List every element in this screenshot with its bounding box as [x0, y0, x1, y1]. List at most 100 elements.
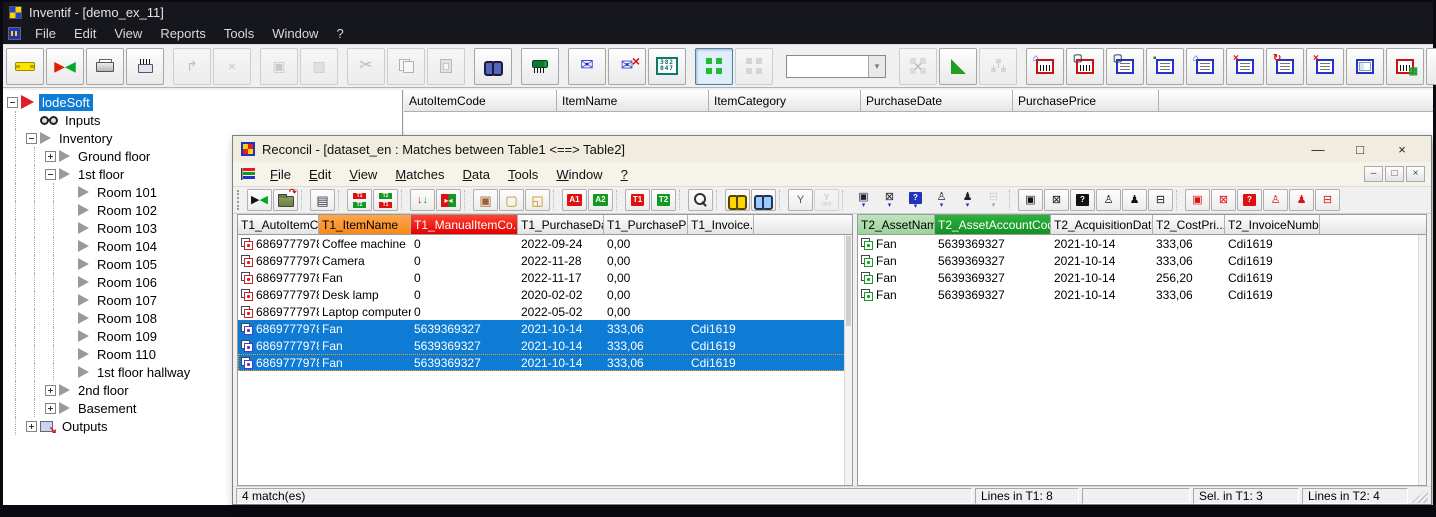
column-header-t2-acquisitiondate[interactable]: T2_AcquisitionDate	[1051, 215, 1153, 235]
mark-menu-box-button[interactable]: ▣ ▾	[851, 189, 876, 211]
table-row[interactable]: 68697779781...Fan 5639369327 2021-10-14 333…	[238, 354, 852, 371]
print-button[interactable]	[86, 47, 124, 85]
menu-item-tools[interactable]: Tools	[215, 24, 263, 43]
menu-item-data[interactable]: Data	[453, 165, 498, 184]
grid-settings-button[interactable]: ▤	[310, 189, 335, 211]
show-t2-button[interactable]: T2	[651, 189, 676, 211]
mark-stamp-filled-button[interactable]: ♟	[1122, 189, 1147, 211]
menu-item-tools[interactable]: Tools	[499, 165, 547, 184]
table-row[interactable]: 68697779781...Fan 5639369327 2021-10-14 333…	[238, 320, 852, 337]
labels-item-button[interactable]: ▢	[1066, 47, 1104, 85]
minimize-button[interactable]: —	[1297, 137, 1339, 162]
filter-button[interactable]: Y	[788, 189, 813, 211]
unmark-question-button[interactable]: ?	[1237, 189, 1262, 211]
tree-expander[interactable]	[45, 384, 56, 396]
list-groups-button[interactable]: ▦	[1426, 47, 1436, 85]
column-header-purchasedate[interactable]: PurchaseDate	[861, 90, 1013, 111]
cut-special-button[interactable]: ×	[213, 47, 251, 85]
column-header-t1-itemname[interactable]: T1_ItemName	[319, 215, 411, 235]
bars-icon[interactable]	[241, 168, 255, 180]
menu-item-window[interactable]: Window	[547, 165, 611, 184]
column-header-t2-invoicenumber[interactable]: T2_InvoiceNumber	[1225, 215, 1320, 235]
t1-vertical-scrollbar[interactable]	[844, 235, 852, 485]
preview-button[interactable]	[688, 189, 713, 211]
tree-expander[interactable]	[45, 168, 56, 180]
table-row[interactable]: 68697779781...Fan 5639369327 2021-10-14 333…	[238, 337, 852, 354]
paste-button[interactable]	[427, 47, 465, 85]
list-remove-button[interactable]: ×	[1226, 47, 1264, 85]
barcode-print-button[interactable]	[126, 47, 164, 85]
tree-expander[interactable]	[26, 420, 37, 432]
column-header-itemname[interactable]: ItemName	[557, 90, 709, 111]
goto-next-button[interactable]: ▢	[499, 189, 524, 211]
list-items-button[interactable]: ▪	[1146, 47, 1184, 85]
mark-stamp-button[interactable]: ♙	[1096, 189, 1121, 211]
hierarchy-button[interactable]	[979, 47, 1017, 85]
menu-item-view[interactable]: View	[340, 165, 386, 184]
table-row[interactable]: 68697779781...Camera 0 2022-11-28 0,00	[238, 252, 852, 269]
copy-t1-to-t2-button[interactable]	[347, 189, 372, 211]
sync-button[interactable]: ▶ ◀	[46, 47, 84, 85]
show-a2-button[interactable]: A2	[588, 189, 613, 211]
find-t1-button[interactable]	[725, 189, 750, 211]
mdi-restore-button[interactable]: □	[1385, 166, 1404, 182]
mark-menu-x-button[interactable]: ⊠ ▾	[877, 189, 902, 211]
column-header-purchaseprice[interactable]: PurchasePrice	[1013, 90, 1159, 111]
close-button[interactable]: ×	[1381, 137, 1423, 162]
mark-x-button[interactable]: ⊠	[1044, 189, 1069, 211]
goto-multi-button[interactable]: ◱	[525, 189, 550, 211]
t2-vertical-scrollbar[interactable]	[1418, 235, 1426, 485]
unmark-stamp-button[interactable]: ♙	[1263, 189, 1288, 211]
mdi-close-button[interactable]: ×	[1406, 166, 1425, 182]
barcode-scan-button[interactable]	[521, 47, 559, 85]
view-groups-button[interactable]	[695, 47, 733, 85]
open-button[interactable]	[273, 188, 298, 211]
list-locations-button[interactable]: ⌂	[1186, 47, 1224, 85]
labels-groups-button[interactable]: ▦	[1386, 47, 1424, 85]
numbering-button[interactable]	[648, 47, 686, 85]
goto-match-button[interactable]: ▣	[473, 189, 498, 211]
renumber-button[interactable]: ↓ ↓	[410, 189, 435, 211]
list-delete-button[interactable]: ×	[1306, 47, 1344, 85]
copy-button[interactable]	[387, 47, 425, 85]
table-row[interactable]: 68697779781...Fan 0 2022-11-17 0,00	[238, 269, 852, 286]
tree-expander[interactable]	[45, 402, 56, 414]
tree-expander[interactable]	[26, 132, 37, 144]
show-a1-button[interactable]: A1	[562, 189, 587, 211]
unmark-x-button[interactable]: ⊠	[1211, 189, 1236, 211]
tree-item-inputs[interactable]: Inputs	[3, 111, 402, 129]
menu-item-item[interactable]: ?	[327, 24, 352, 43]
paste-object-button[interactable]: ▣	[260, 47, 298, 85]
menu-item-reports[interactable]: Reports	[151, 24, 215, 43]
chevron-down-icon[interactable]: ▾	[868, 55, 885, 77]
menu-item-edit[interactable]: Edit	[65, 24, 105, 43]
menu-item-view[interactable]: View	[105, 24, 151, 43]
find-button[interactable]	[474, 47, 512, 85]
selection-combobox[interactable]: ▾	[786, 54, 886, 78]
column-header-autoitemcode[interactable]: AutoItemCode	[404, 90, 557, 111]
list-refresh-button[interactable]: ↻	[1266, 47, 1304, 85]
tree-expander[interactable]	[7, 96, 18, 108]
mark-menu-stamp-button[interactable]: ♙ ▾	[929, 189, 954, 211]
mark-half-button[interactable]: ⊟	[1148, 189, 1173, 211]
table-row[interactable]: 68697779781...Desk lamp 0 2020-02-02 0,00	[238, 286, 852, 303]
labels-location-button[interactable]: ⌂	[1026, 47, 1064, 85]
mdi-minimize-button[interactable]: –	[1364, 166, 1383, 182]
column-header-t2-assetaccountcode[interactable]: T2_AssetAccountCode	[935, 215, 1051, 235]
show-t1-button[interactable]: T1	[625, 189, 650, 211]
menu-item-edit[interactable]: Edit	[300, 165, 340, 184]
mark-box-button[interactable]: ▣	[1018, 189, 1043, 211]
mail-button[interactable]: ✉	[568, 47, 606, 85]
column-header-t1-manualitemco[interactable]: T1_ManualItemCo...	[411, 215, 518, 235]
connect-button[interactable]	[6, 47, 44, 85]
table-row[interactable]: 68697779781...Coffee machine 0 2022-09-24 0…	[238, 235, 852, 252]
document-icon[interactable]	[8, 26, 21, 40]
table-row[interactable]: Fan 5639369327 2021-10-14 333,06 Cdi1619	[858, 286, 1426, 303]
unmark-stamp-filled-button[interactable]: ♟	[1289, 189, 1314, 211]
resize-grip[interactable]	[1411, 488, 1428, 503]
cut-object-button[interactable]: ▨	[300, 47, 338, 85]
find-t2-button[interactable]	[751, 189, 776, 211]
table-view-button[interactable]	[1346, 47, 1384, 85]
unmark-half-button[interactable]: ⊟	[1315, 189, 1340, 211]
column-header-itemcategory[interactable]: ItemCategory	[709, 90, 861, 111]
